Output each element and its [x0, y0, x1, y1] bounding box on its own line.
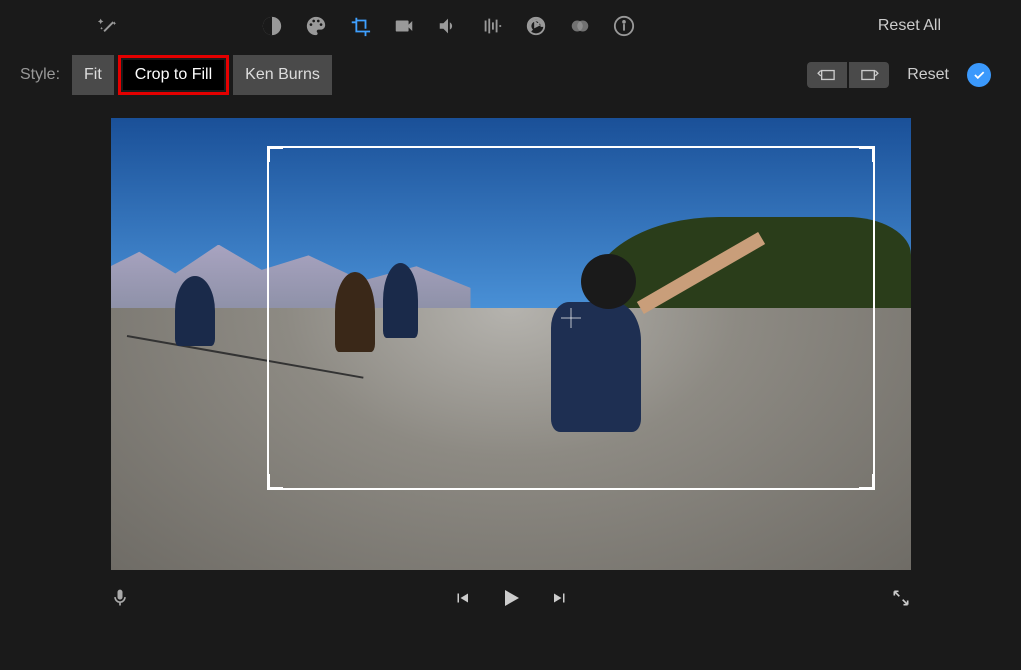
preview-person [383, 263, 418, 338]
style-segmented-control: Fit Crop to Fill Ken Burns [72, 55, 332, 95]
reset-button[interactable]: Reset [907, 66, 949, 84]
next-frame-button[interactable] [551, 589, 569, 612]
speaker-icon[interactable] [428, 6, 468, 46]
style-crop-to-fill-button[interactable]: Crop to Fill [123, 60, 224, 90]
camera-icon[interactable] [384, 6, 424, 46]
fullscreen-button[interactable] [891, 588, 911, 613]
tutorial-highlight: Crop to Fill [118, 55, 229, 95]
voiceover-mic-button[interactable] [110, 585, 130, 616]
transport-controls [453, 586, 569, 615]
preview-person-main [511, 254, 711, 494]
apply-check-button[interactable] [967, 63, 991, 87]
crop-icon[interactable] [340, 6, 380, 46]
rotate-cw-button[interactable] [849, 62, 889, 88]
video-preview[interactable] [111, 118, 911, 570]
rotate-group [807, 62, 889, 88]
preview-person [175, 276, 215, 346]
preview-person [335, 272, 375, 352]
style-fit-button[interactable]: Fit [72, 55, 114, 95]
play-button[interactable] [499, 586, 523, 615]
previous-frame-button[interactable] [453, 589, 471, 612]
style-ken-burns-button[interactable]: Ken Burns [233, 55, 332, 95]
enhance-wand-icon[interactable] [88, 6, 128, 46]
overlap-circles-icon[interactable] [560, 6, 600, 46]
reset-all-button[interactable]: Reset All [878, 17, 941, 35]
palette-icon[interactable] [296, 6, 336, 46]
equalizer-icon[interactable] [472, 6, 512, 46]
rotate-ccw-button[interactable] [807, 62, 847, 88]
style-label: Style: [20, 66, 60, 84]
info-icon[interactable] [604, 6, 644, 46]
color-balance-icon[interactable] [252, 6, 292, 46]
speedometer-icon[interactable] [516, 6, 556, 46]
